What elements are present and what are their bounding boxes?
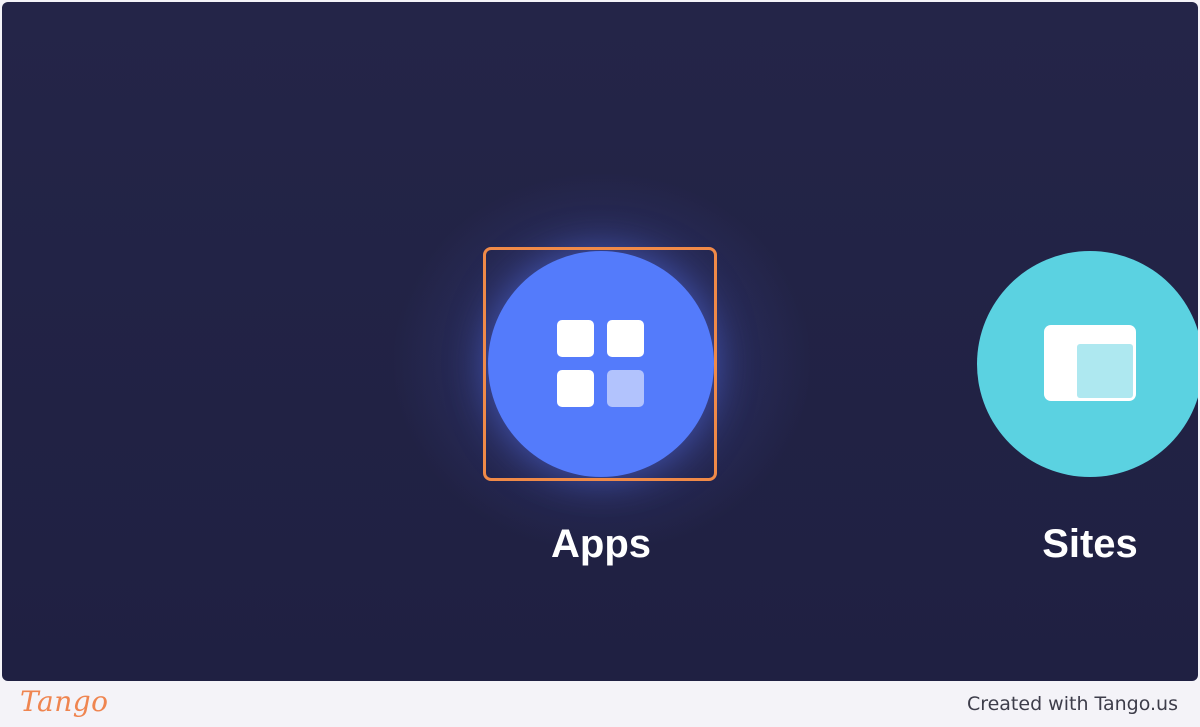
dark-stage: Apps Sites xyxy=(2,2,1198,681)
footer-bar: Tango Created with Tango.us xyxy=(0,681,1200,727)
sites-button[interactable] xyxy=(977,251,1198,477)
tango-logo[interactable]: Tango xyxy=(20,685,109,718)
created-with-credit[interactable]: Created with Tango.us xyxy=(967,693,1178,715)
sites-label: Sites xyxy=(1042,522,1138,566)
apps-label: Apps xyxy=(551,522,651,566)
website-layout-icon xyxy=(1044,325,1136,401)
click-highlight-box xyxy=(483,247,717,481)
